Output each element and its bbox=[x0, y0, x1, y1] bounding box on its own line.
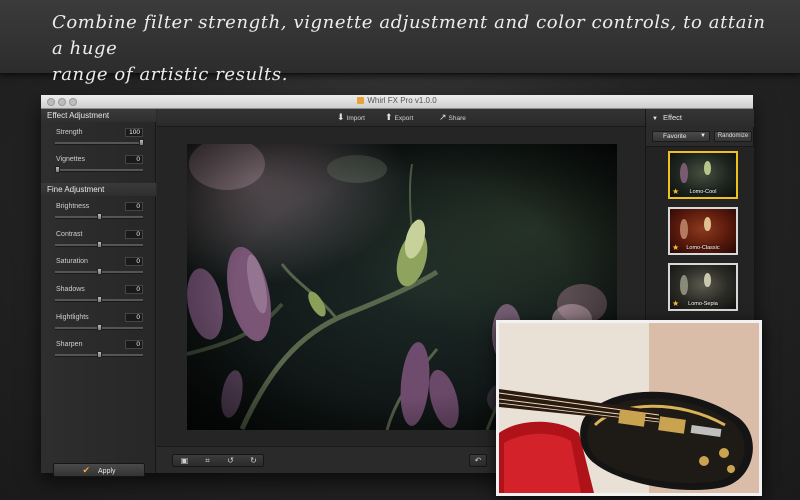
vignettes-value[interactable]: 0 bbox=[125, 155, 143, 164]
share-label: Share bbox=[448, 115, 466, 122]
undo-button[interactable]: ↶ bbox=[469, 454, 487, 467]
saturation-slider-thumb[interactable] bbox=[97, 268, 102, 275]
title-bar: Whirl FX Pro v1.0.0 bbox=[41, 95, 753, 109]
contrast-value[interactable]: 0 bbox=[125, 230, 143, 239]
highlights-label: Hightlights bbox=[56, 314, 89, 321]
apply-label: Apply bbox=[98, 468, 116, 475]
checkmark-icon: ✔ bbox=[82, 465, 91, 475]
strength-slider-thumb[interactable] bbox=[139, 139, 144, 146]
strength-value[interactable]: 100 bbox=[125, 128, 143, 137]
sharpen-slider-row: Sharpen 0 bbox=[41, 340, 156, 368]
highlights-slider-row: Hightlights 0 bbox=[41, 313, 156, 341]
app-logo-icon bbox=[357, 97, 365, 104]
effect-adjustment-header: Effect Adjustment bbox=[41, 109, 156, 122]
thumb-bud bbox=[704, 161, 711, 175]
import-label: Import bbox=[346, 115, 365, 122]
compare-icon[interactable]: ▣ bbox=[173, 455, 196, 467]
promo-banner: Combine filter strength, vignette adjust… bbox=[0, 0, 800, 85]
window-title-text: Whirl FX Pro v1.0.0 bbox=[367, 96, 437, 105]
import-button[interactable]: ⬇ Import bbox=[337, 112, 365, 123]
undo-icon: ↶ bbox=[474, 456, 482, 465]
brightness-slider-row: Brightness 0 bbox=[41, 202, 156, 230]
edit-tools-group: ▣ ⌗ ↺ ↻ bbox=[172, 454, 264, 467]
effect-thumb-lomo-classic[interactable]: ★ Lomo-Classic bbox=[668, 207, 738, 255]
share-button[interactable]: ↗ Share bbox=[439, 112, 466, 123]
strength-slider[interactable] bbox=[55, 142, 143, 144]
apply-button[interactable]: ✔ Apply bbox=[53, 463, 145, 477]
effect-thumb-lomo-cool[interactable]: ★ Lomo-Cool bbox=[668, 151, 738, 199]
favorite-select[interactable]: Favorite ▼ bbox=[652, 131, 710, 142]
shadows-value[interactable]: 0 bbox=[125, 285, 143, 294]
strength-slider-row: Strength 100 bbox=[41, 128, 156, 156]
toolbar: ⬇ Import ⬆ Export ↗ Share bbox=[157, 109, 645, 127]
rotate-right-icon[interactable]: ↻ bbox=[242, 455, 265, 467]
import-icon: ⬇ bbox=[337, 112, 345, 122]
saturation-value[interactable]: 0 bbox=[125, 257, 143, 266]
rotate-left-icon[interactable]: ↺ bbox=[219, 455, 242, 467]
strength-label: Strength bbox=[56, 129, 83, 136]
export-label: Export bbox=[394, 115, 414, 122]
vignettes-slider-row: Vignettes 0 bbox=[41, 155, 156, 183]
export-icon: ⬆ bbox=[385, 112, 393, 122]
effect-name: Lomo-Classic bbox=[686, 245, 720, 251]
contrast-slider-row: Contrast 0 bbox=[41, 230, 156, 258]
thumb-bud bbox=[680, 219, 688, 239]
select-arrow-icon: ▼ bbox=[700, 133, 706, 139]
highlights-slider-thumb[interactable] bbox=[97, 324, 102, 331]
effect-header-label: Effect bbox=[662, 113, 682, 122]
brightness-value[interactable]: 0 bbox=[125, 202, 143, 211]
window-title: Whirl FX Pro v1.0.0 bbox=[41, 96, 753, 105]
brightness-slider-thumb[interactable] bbox=[97, 213, 102, 220]
effect-header[interactable]: ▼ Effect bbox=[646, 109, 754, 127]
fine-adjustment-header: Fine Adjustment bbox=[41, 183, 156, 196]
promo-text: Combine filter strength, vignette adjust… bbox=[52, 10, 772, 88]
vignettes-slider-thumb[interactable] bbox=[55, 166, 60, 173]
thumb-bud bbox=[680, 275, 688, 295]
promo-line-2: range of artistic results. bbox=[52, 64, 289, 85]
saturation-label: Saturation bbox=[56, 258, 88, 265]
randomize-button[interactable]: Randomize bbox=[714, 131, 752, 142]
vignettes-slider[interactable] bbox=[55, 169, 143, 171]
effect-name: Lomo-Cool bbox=[689, 189, 717, 195]
export-button[interactable]: ⬆ Export bbox=[385, 112, 413, 123]
effect-name: Lomo-Sepia bbox=[688, 301, 718, 307]
adjustment-panel: Effect Adjustment Strength 100 Vignettes… bbox=[41, 109, 156, 477]
thumb-bud bbox=[704, 217, 711, 231]
thumb-bud bbox=[680, 163, 688, 183]
sharpen-label: Sharpen bbox=[56, 341, 83, 348]
favorite-select-value: Favorite bbox=[663, 133, 687, 140]
effect-thumb-lomo-sepia[interactable]: ★ Lomo-Sepia bbox=[668, 263, 738, 311]
contrast-slider-thumb[interactable] bbox=[97, 241, 102, 248]
disclosure-triangle-icon: ▼ bbox=[652, 116, 658, 122]
guitar-illustration bbox=[499, 323, 759, 493]
saturation-slider-row: Saturation 0 bbox=[41, 257, 156, 285]
guitar-example-photo bbox=[496, 320, 762, 496]
contrast-label: Contrast bbox=[56, 231, 83, 238]
sharpen-value[interactable]: 0 bbox=[125, 340, 143, 349]
shadows-slider-row: Shadows 0 bbox=[41, 285, 156, 313]
shadows-label: Shadows bbox=[56, 286, 85, 293]
brightness-label: Brightness bbox=[56, 203, 90, 210]
shadows-slider-thumb[interactable] bbox=[97, 296, 102, 303]
thumb-bud bbox=[704, 273, 711, 287]
promo-line-1: Combine filter strength, vignette adjust… bbox=[52, 12, 766, 59]
vignettes-label: Vignettes bbox=[56, 156, 86, 163]
share-icon: ↗ bbox=[439, 112, 447, 122]
highlights-value[interactable]: 0 bbox=[125, 313, 143, 322]
sharpen-slider-thumb[interactable] bbox=[97, 351, 102, 358]
crop-icon[interactable]: ⌗ bbox=[196, 455, 219, 467]
